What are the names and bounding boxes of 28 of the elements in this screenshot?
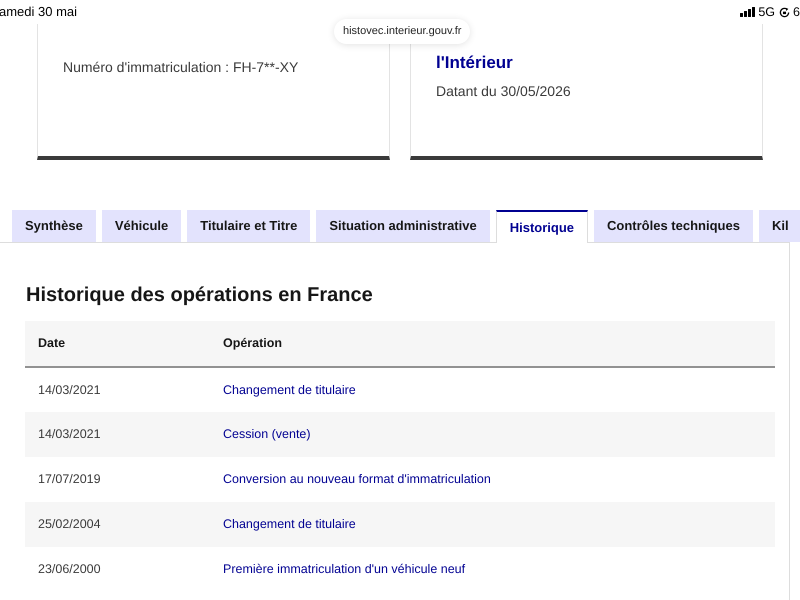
operation-cell: Changement de titulaire [210,367,775,412]
date-cell: 25/02/2004 [25,502,210,547]
operation-cell: Première immatriculation d'un véhicule neuf [210,547,775,592]
address-bar[interactable]: histovec.interieur.gouv.fr [334,19,470,44]
date-cell: 14/03/2021 [25,367,210,412]
operation-cell: Cession (vente) [210,412,775,457]
operation-cell: Conversion au nouveau format d'immatriculation [210,457,775,502]
tab[interactable]: Kil [758,210,800,242]
column-header: Opération [210,321,775,367]
battery-text: 6 [793,4,800,20]
date-cell: 17/07/2019 [25,457,210,502]
date-cell: 14/03/2021 [25,412,210,457]
tab[interactable]: Véhicule [102,210,182,242]
card-text: Datant du 30/05/2026 [436,82,572,101]
tab[interactable]: Synthèse [12,210,96,242]
tab[interactable]: Situation administrative [316,210,490,242]
section-title: Historique des opérations en France [25,283,373,308]
tab[interactable]: Contrôles techniques [594,210,753,242]
card-title: l'Intérieur [436,52,514,74]
column-header: Date [25,321,210,367]
network-label: 5G [758,4,776,20]
signal-icon [740,7,756,17]
tab[interactable]: Historique [496,210,588,243]
rotation-lock-icon [779,6,790,18]
operation-cell: Changement de titulaire [210,502,775,547]
tab[interactable]: Titulaire et Titre [187,210,310,242]
card-text: Numéro d'immatriculation : FH-7**-XY [63,58,300,77]
date-cell: 23/06/2000 [25,547,210,592]
